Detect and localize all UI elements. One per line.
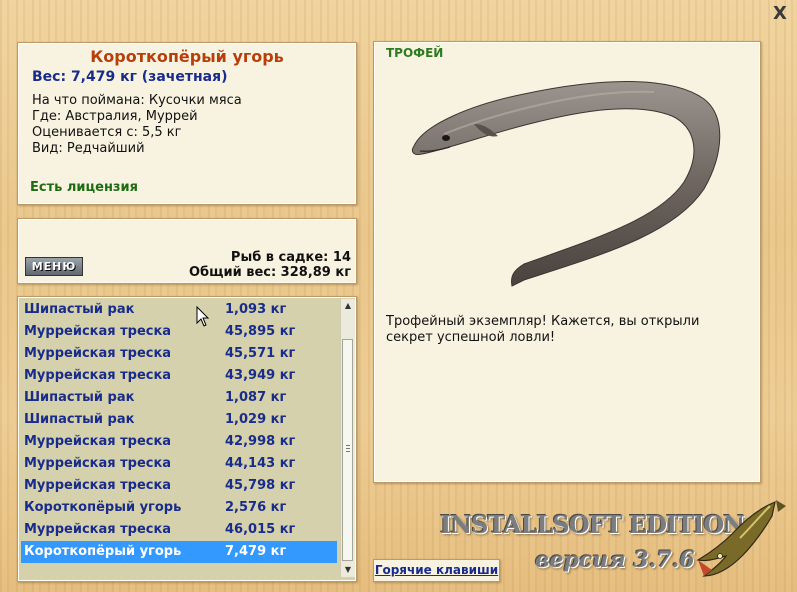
brand-edition: INSTALLSOFT EDITION xyxy=(440,510,745,539)
catch-list-row[interactable]: Короткопёрый угорь 7,479 кг xyxy=(21,541,337,563)
mouse-cursor-icon xyxy=(196,306,210,327)
fish-rarity: Вид: Редчайший xyxy=(32,141,145,156)
close-icon[interactable]: X xyxy=(771,5,789,23)
pike-logo-icon xyxy=(696,500,786,577)
catch-fish-name: Шипастый рак xyxy=(24,390,135,405)
keepnet-fish-count: Рыб в садке: 14 xyxy=(230,250,351,265)
catch-fish-name: Шипастый рак xyxy=(24,412,135,427)
catch-fish-weight: 7,479 кг xyxy=(225,544,287,559)
catch-list-row[interactable]: Шипастый рак 1,029 кг xyxy=(21,409,337,431)
fish-rated-from: Оценивается с: 5,5 кг xyxy=(32,125,182,140)
grip-line xyxy=(346,451,350,452)
catch-list-row[interactable]: Муррейская треска 43,949 кг xyxy=(21,365,337,387)
catch-list-panel[interactable]: Шипастый рак 1,093 кг Муррейская треска 45,… xyxy=(17,296,357,582)
catch-list-row[interactable]: Муррейская треска 44,143 кг xyxy=(21,453,337,475)
catch-fish-weight: 1,093 кг xyxy=(225,302,287,317)
catch-fish-name: Шипастый рак xyxy=(24,302,135,317)
catch-fish-weight: 44,143 кг xyxy=(225,456,296,471)
catch-fish-name: Муррейская треска xyxy=(24,478,172,493)
catch-fish-weight: 1,087 кг xyxy=(225,390,287,405)
catch-fish-weight: 42,998 кг xyxy=(225,434,296,449)
brand-version: версия 3.7.6 xyxy=(535,547,695,573)
license-status: Есть лицензия xyxy=(30,180,138,195)
catch-list: Шипастый рак 1,093 кг Муррейская треска 45,… xyxy=(21,299,337,563)
trophy-text: Трофейный экземпляр! Кажется, вы открыли… xyxy=(386,314,700,345)
list-scrollbar[interactable]: ▲ ▼ xyxy=(340,299,355,577)
catch-fish-weight: 45,571 кг xyxy=(225,346,296,361)
catch-list-row[interactable]: Муррейская треска 45,895 кг xyxy=(21,321,337,343)
fish-weight: Вес: 7,479 кг (зачетная) xyxy=(32,69,228,85)
catch-fish-weight: 45,895 кг xyxy=(225,324,296,339)
catch-fish-weight: 46,015 кг xyxy=(225,522,296,537)
catch-fish-name: Муррейская треска xyxy=(24,456,172,471)
catch-fish-weight: 43,949 кг xyxy=(225,368,296,383)
catch-fish-name: Муррейская треска xyxy=(24,434,172,449)
keepnet-panel: МЕНЮ Рыб в садке: 14 Общий вес: 328,89 к… xyxy=(17,218,357,284)
catch-fish-name: Короткопёрый угорь xyxy=(24,500,182,515)
catch-list-row[interactable]: Короткопёрый угорь 2,576 кг xyxy=(21,497,337,519)
catch-list-row[interactable]: Муррейская треска 46,015 кг xyxy=(21,519,337,541)
catch-fish-name: Короткопёрый угорь xyxy=(24,544,182,559)
grip-line xyxy=(346,448,350,449)
fish-location: Где: Австралия, Муррей xyxy=(32,109,198,124)
hotkeys-button[interactable]: Горячие клавиши xyxy=(373,559,500,582)
trophy-panel: ТРОФЕЙ Трофейный экземпляр! Кажется, вы … xyxy=(373,41,761,483)
catch-fish-weight: 1,029 кг xyxy=(225,412,287,427)
fish-info-panel: Короткопёрый угорь Вес: 7,479 кг (зачетн… xyxy=(17,42,357,205)
menu-button[interactable]: МЕНЮ xyxy=(25,257,83,276)
grip-line xyxy=(346,445,350,446)
scrollbar-thumb[interactable] xyxy=(342,339,353,561)
catch-list-row[interactable]: Шипастый рак 1,087 кг xyxy=(21,387,337,409)
catch-fish-name: Муррейская треска xyxy=(24,368,172,383)
catch-list-row[interactable]: Шипастый рак 1,093 кг xyxy=(21,299,337,321)
catch-list-row[interactable]: Муррейская треска 45,571 кг xyxy=(21,343,337,365)
fish-bait: На что поймана: Кусочки мяса xyxy=(32,93,242,108)
catch-fish-weight: 45,798 кг xyxy=(225,478,296,493)
eel-image xyxy=(411,81,721,287)
scroll-down-icon[interactable]: ▼ xyxy=(341,563,355,577)
catch-fish-name: Муррейская треска xyxy=(24,522,172,537)
scroll-up-icon[interactable]: ▲ xyxy=(341,299,355,313)
catch-fish-name: Муррейская треска xyxy=(24,346,172,361)
fish-title: Короткопёрый угорь xyxy=(90,47,284,66)
catch-list-row[interactable]: Муррейская треска 45,798 кг xyxy=(21,475,337,497)
keepnet-total-weight: Общий вес: 328,89 кг xyxy=(188,265,351,280)
catch-list-row[interactable]: Муррейская треска 42,998 кг xyxy=(21,431,337,453)
catch-fish-weight: 2,576 кг xyxy=(225,500,287,515)
catch-fish-name: Муррейская треска xyxy=(24,324,172,339)
